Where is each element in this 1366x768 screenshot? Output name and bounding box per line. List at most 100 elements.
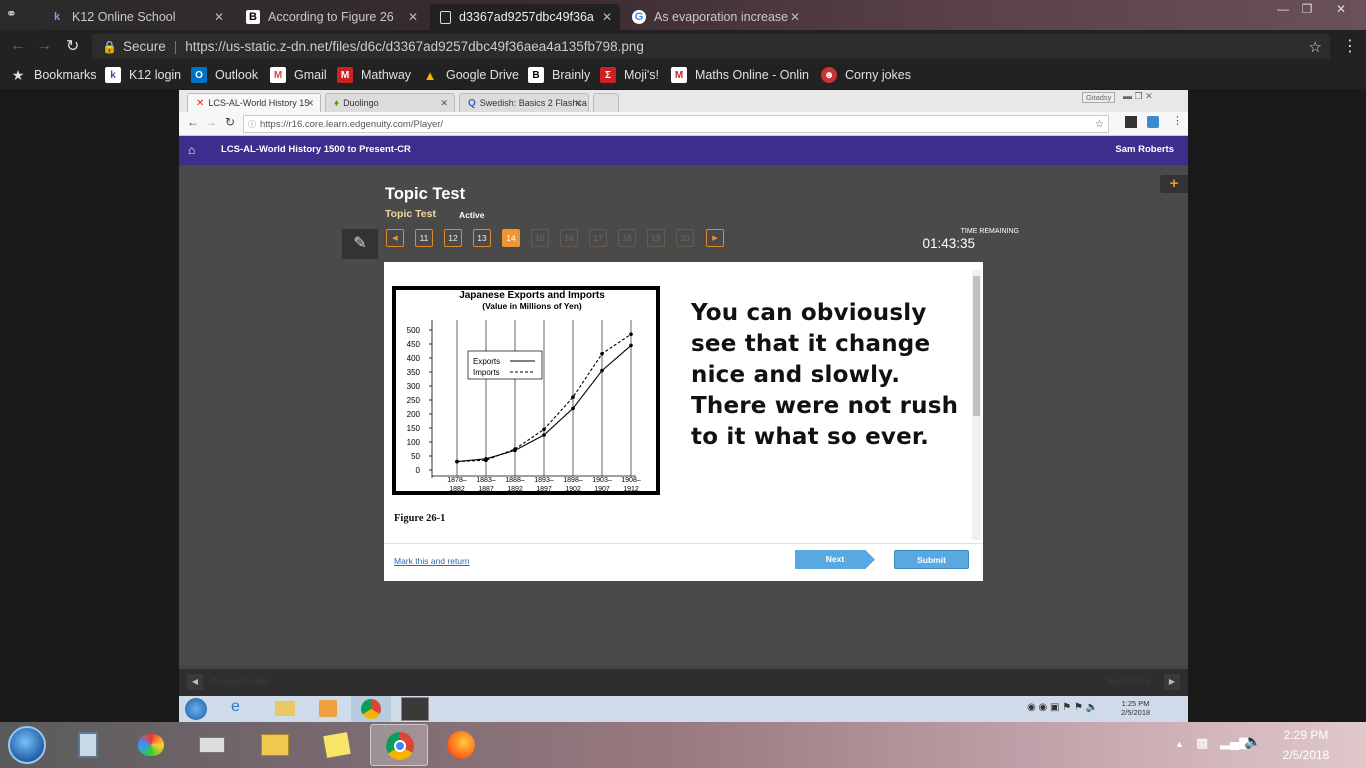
inner-tab-quizlet[interactable]: Q Swedish: Basics 2 Flashca ✕ [459,93,589,112]
inner-window-controls[interactable]: ▬ ❐ ✕ [1123,91,1153,102]
question-button-16[interactable]: 16 [560,229,578,247]
user-name[interactable]: Sam Roberts [1115,144,1174,155]
bookmark-bookmarks[interactable]: ★ Bookmarks [10,67,97,83]
x-tick-label: 1898– [563,477,583,484]
submit-button[interactable]: Submit [894,550,969,569]
data-point-imports [571,395,575,399]
start-button[interactable] [8,726,46,764]
smiley-icon: ☻ [821,67,837,83]
close-icon[interactable]: ✕ [306,98,314,109]
bookmark-drive[interactable]: ▲ Google Drive [422,67,519,83]
system-clock[interactable]: 2:29 PM 2/5/2018 [1276,728,1336,762]
question-button-17[interactable]: 17 [589,229,607,247]
ie-icon[interactable]: e [231,698,240,716]
close-icon[interactable]: ✕ [408,10,418,24]
paint-icon[interactable] [132,727,170,763]
network-icon[interactable]: ▩ [1196,735,1208,751]
next-activity-icon[interactable]: ▶ [1164,674,1180,690]
question-button-18[interactable]: 18 [618,229,636,247]
back-icon[interactable]: ← [10,37,26,55]
bookmark-outlook[interactable]: O Outlook [191,67,258,83]
legend-label: Exports [473,357,500,366]
new-tab-button[interactable] [593,93,619,112]
bookmark-k12[interactable]: k K12 login [105,67,181,83]
show-hidden-icons[interactable]: ▲ [1175,739,1184,749]
inner-tab-world-history[interactable]: ✕ LCS-AL-World History 15 ✕ [187,93,321,112]
outer-tab-image[interactable]: d3367ad9257dbc49f36a ✕ [430,4,620,30]
close-icon[interactable]: ✕ [602,10,612,24]
menu-icon[interactable]: ⋮ [1342,36,1358,56]
scrollbar-thumb[interactable] [973,276,980,416]
extension-icon[interactable] [1147,116,1159,128]
brainly-icon: B [246,10,260,24]
mark-and-return-link[interactable]: Mark this and return [394,556,470,566]
data-point-exports [542,433,546,437]
question-button-11[interactable]: 11 [415,229,433,247]
bookmark-mojis[interactable]: Σ Moji's! [600,67,659,83]
inner-tab-duolingo[interactable]: ♦ Duolingo ✕ [325,93,455,112]
bookmark-label: Gmail [294,68,327,82]
chrome-taskbar-button[interactable] [370,724,428,766]
next-activity-label[interactable]: Next Activity [1107,677,1151,686]
reload-icon[interactable]: ↻ [66,36,79,56]
screenshot-tool-icon[interactable] [401,697,429,721]
file-explorer-icon[interactable] [256,727,294,763]
clock-date: 2/5/2018 [1282,748,1330,762]
x-tick-label: 1903– [592,477,612,484]
start-icon[interactable] [185,698,207,720]
back-icon[interactable]: ← [187,115,199,129]
chrome-taskbar-item[interactable] [351,696,391,722]
outer-tab-k12[interactable]: k K12 Online School ✕ [40,4,232,30]
firefox-icon[interactable] [442,727,480,763]
prev-activity-icon[interactable]: ◀ [187,674,203,690]
close-icon[interactable]: ✕ [790,10,800,24]
close-icon[interactable]: ✕ [214,10,224,24]
volume-icon[interactable]: 🔈 [1244,733,1261,750]
scrollbar[interactable] [972,270,981,540]
x-tick-label-end: 1892 [507,486,523,491]
outer-tab-brainly[interactable]: B According to Figure 26 ✕ [236,4,426,30]
question-button-15[interactable]: 15 [531,229,549,247]
bookmark-brainly[interactable]: B Brainly [528,67,590,83]
inner-profile-badge[interactable]: Gitadsy [1082,92,1116,103]
pencil-icon[interactable]: ✎ [342,229,378,259]
question-button-20[interactable]: 20 [676,229,694,247]
folder-icon[interactable] [275,701,295,716]
close-icon[interactable]: ✕ [440,98,448,109]
bookmark-gmail[interactable]: M Gmail [270,67,327,83]
bookmark-mathway[interactable]: M Mathway [337,67,411,83]
question-button-13[interactable]: 13 [473,229,491,247]
restore-icon[interactable]: ❐ [1292,0,1322,18]
bookmark-label: Google Drive [446,68,519,82]
forward-icon[interactable]: → [205,115,217,129]
sticky-notes-icon[interactable] [318,727,356,763]
snipping-tool-icon[interactable] [193,727,231,763]
menu-icon[interactable]: ⋮ [1172,114,1183,127]
close-icon[interactable]: ✕ [574,98,582,109]
prev-question-button[interactable]: ◀ [386,229,404,247]
y-tick-label: 0 [416,466,421,475]
clock-time: 2:29 PM [1283,728,1329,742]
star-icon[interactable]: ☆ [1095,119,1104,130]
question-button-19[interactable]: 19 [647,229,665,247]
star-icon[interactable]: ☆ [1309,38,1322,56]
media-icon[interactable] [319,700,337,717]
next-question-button[interactable]: ▶ [706,229,724,247]
home-icon[interactable]: ⌂ [188,143,195,157]
bookmark-maths-online[interactable]: M Maths Online - Onlin [671,67,809,83]
question-button-14[interactable]: 14 [502,229,520,247]
reload-icon[interactable]: ↻ [225,115,235,129]
question-button-12[interactable]: 12 [444,229,462,247]
prev-activity-label[interactable]: Previous Activity [211,677,269,686]
forward-icon[interactable]: → [36,37,52,55]
calculator-icon[interactable] [69,727,107,763]
inner-address-bar[interactable]: ⓘ https://r16.core.learn.edgenuity.com/P… [243,115,1109,133]
add-icon[interactable]: + [1160,175,1188,193]
bookmark-corny-jokes[interactable]: ☻ Corny jokes [821,67,911,83]
close-window-icon[interactable]: ✕ [1326,0,1356,18]
address-bar[interactable]: 🔒 Secure | https://us-static.z-dn.net/fi… [92,34,1330,59]
extension-icon[interactable] [1125,116,1137,128]
next-button[interactable]: Next [795,550,875,569]
outer-tab-google[interactable]: G As evaporation increase ✕ [622,4,808,30]
outlook-icon: O [191,67,207,83]
